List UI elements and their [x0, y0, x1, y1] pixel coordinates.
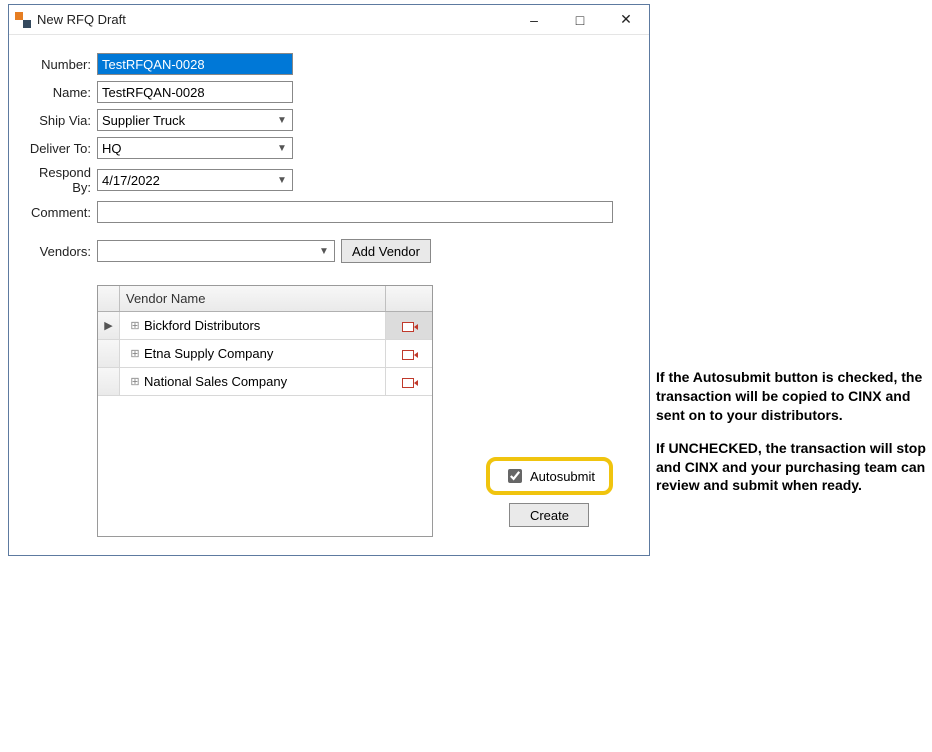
chevron-down-icon: ▼ [274, 143, 290, 154]
grid-row-selector-header [98, 286, 120, 311]
label-ship-via: Ship Via: [21, 113, 97, 128]
annotation-text: If the Autosubmit button is checked, the… [656, 368, 926, 509]
table-row[interactable]: ▶ ⊞ Bickford Distributors [98, 312, 432, 340]
expand-icon[interactable]: ⊞ [126, 319, 144, 332]
vendor-name: Bickford Distributors [144, 318, 260, 333]
chevron-down-icon: ▼ [274, 175, 290, 186]
row-indicator-icon [98, 368, 120, 395]
close-button[interactable]: ✕ [603, 5, 649, 35]
vendors-grid: Vendor Name ▶ ⊞ Bickford Distributors [97, 285, 433, 537]
expand-icon[interactable]: ⊞ [126, 347, 144, 360]
delete-icon [402, 348, 416, 360]
vendor-name: Etna Supply Company [144, 346, 273, 361]
window-new-rfq-draft: New RFQ Draft – □ ✕ Number: Name: Ship V… [8, 4, 650, 556]
remove-vendor-button[interactable] [386, 340, 432, 367]
label-name: Name: [21, 85, 97, 100]
window-title: New RFQ Draft [37, 12, 126, 27]
label-comment: Comment: [21, 205, 97, 220]
bottom-controls: Autosubmit Create [486, 457, 613, 527]
row-indicator-icon: ▶ [98, 312, 120, 339]
minimize-button[interactable]: – [511, 5, 557, 35]
annotation-p2: If UNCHECKED, the transaction will stop … [656, 439, 926, 496]
autosubmit-checkbox[interactable] [508, 469, 522, 483]
label-respond-by: Respond By: [21, 165, 97, 195]
ship-via-dropdown[interactable]: Supplier Truck ▼ [97, 109, 293, 131]
annotation-p1: If the Autosubmit button is checked, the… [656, 368, 926, 425]
name-field[interactable] [97, 81, 293, 103]
add-vendor-button[interactable]: Add Vendor [341, 239, 431, 263]
ship-via-value: Supplier Truck [102, 113, 185, 128]
app-icon [15, 12, 31, 28]
number-field[interactable] [97, 53, 293, 75]
titlebar: New RFQ Draft – □ ✕ [9, 5, 649, 35]
row-indicator-icon [98, 340, 120, 367]
label-vendors: Vendors: [21, 244, 97, 259]
vendors-dropdown[interactable]: ▼ [97, 240, 335, 262]
autosubmit-highlight: Autosubmit [486, 457, 613, 495]
autosubmit-checkbox-label[interactable]: Autosubmit [496, 463, 603, 489]
chevron-down-icon: ▼ [274, 115, 290, 126]
autosubmit-text: Autosubmit [530, 469, 595, 484]
expand-icon[interactable]: ⊞ [126, 375, 144, 388]
delete-icon [402, 320, 416, 332]
remove-vendor-button[interactable] [386, 368, 432, 395]
remove-vendor-button[interactable] [386, 312, 432, 339]
grid-header: Vendor Name [98, 286, 432, 312]
deliver-to-dropdown[interactable]: HQ ▼ [97, 137, 293, 159]
grid-body: ▶ ⊞ Bickford Distributors ⊞ Etna Supply … [98, 312, 432, 536]
chevron-down-icon: ▼ [316, 246, 332, 257]
grid-col-actions [386, 286, 432, 311]
client-area: Number: Name: Ship Via: Supplier Truck ▼… [9, 35, 649, 555]
deliver-to-value: HQ [102, 141, 122, 156]
table-row[interactable]: ⊞ National Sales Company [98, 368, 432, 396]
grid-empty-area [98, 396, 432, 536]
comment-field[interactable] [97, 201, 613, 223]
table-row[interactable]: ⊞ Etna Supply Company [98, 340, 432, 368]
maximize-button[interactable]: □ [557, 5, 603, 35]
create-button[interactable]: Create [509, 503, 589, 527]
grid-col-vendor-name[interactable]: Vendor Name [120, 286, 386, 311]
respond-by-value: 4/17/2022 [102, 173, 160, 188]
delete-icon [402, 376, 416, 388]
respond-by-date[interactable]: 4/17/2022 ▼ [97, 169, 293, 191]
label-deliver-to: Deliver To: [21, 141, 97, 156]
label-number: Number: [21, 57, 97, 72]
vendor-name: National Sales Company [144, 374, 287, 389]
